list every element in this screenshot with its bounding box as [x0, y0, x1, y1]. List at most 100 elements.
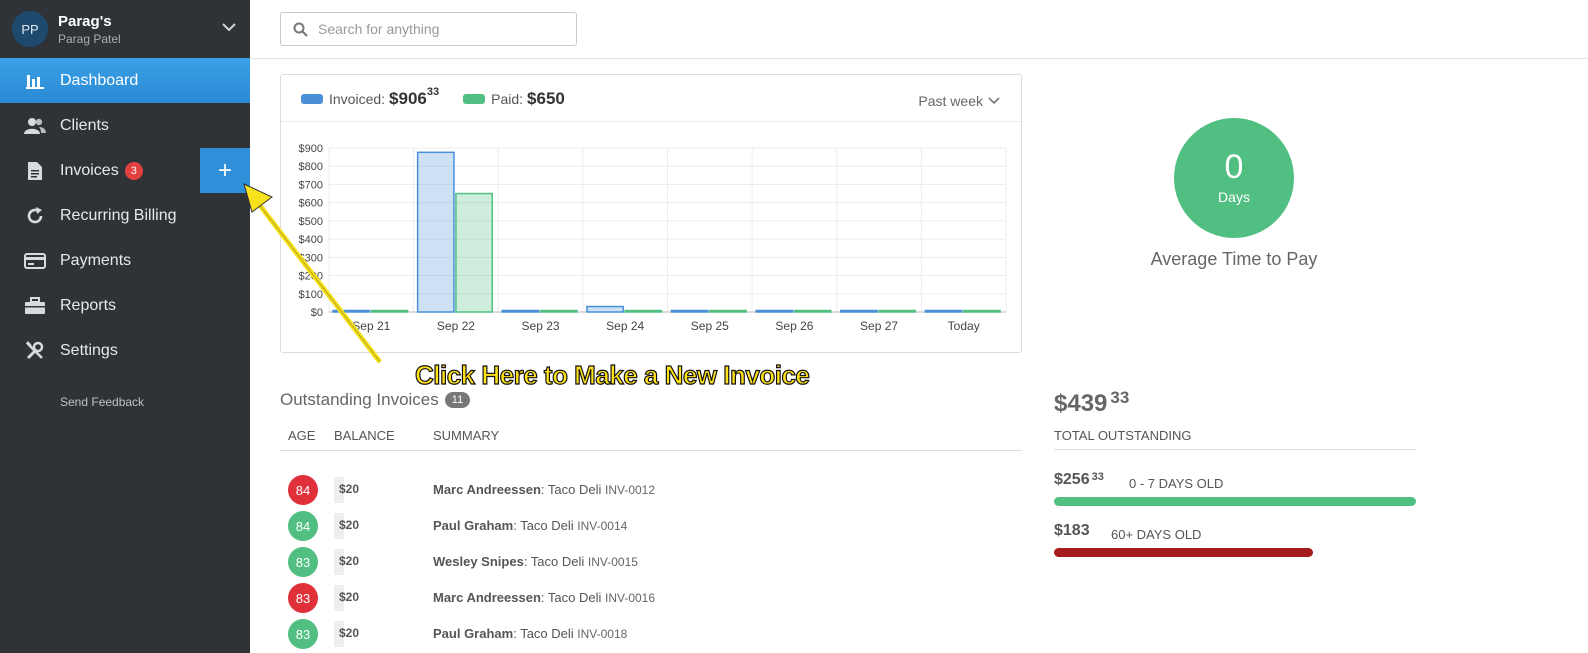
account-switcher[interactable]: PP Parag's Parag Patel: [0, 0, 250, 58]
y-tick-label: $900: [299, 143, 323, 155]
balance-amount: $20: [339, 626, 360, 640]
bar-paid: [878, 309, 917, 313]
legend-invoiced-label: Invoiced:: [329, 91, 386, 107]
sidebar-item-clients[interactable]: Clients: [0, 103, 250, 148]
y-tick-label: $100: [299, 289, 323, 301]
sidebar-item-label: Reports: [60, 296, 117, 314]
table-row[interactable]: 83 $20 Marc Andreessen: Taco Deli INV-0016: [280, 583, 1022, 613]
bar-chart-icon: [24, 70, 46, 92]
sidebar-item-recurring-billing[interactable]: Recurring Billing: [0, 193, 250, 238]
column-header-balance[interactable]: BALANCE: [334, 428, 395, 443]
y-tick-label: $800: [299, 161, 323, 173]
x-tick-label: Sep 24: [606, 319, 644, 333]
column-header-summary[interactable]: SUMMARY: [433, 428, 499, 443]
invoice-number: INV-0016: [605, 591, 656, 605]
search-box[interactable]: [280, 12, 577, 46]
invoice-item: : Taco Deli: [523, 554, 585, 569]
table-header-divider: [280, 450, 1022, 451]
y-tick-label: $0: [311, 307, 323, 319]
bar-invoiced: [755, 309, 794, 313]
sidebar-item-payments[interactable]: Payments: [0, 238, 250, 283]
legend-invoiced-swatch: [301, 94, 323, 104]
balance-amount: $20: [339, 590, 360, 604]
invoice-number: INV-0012: [605, 483, 656, 497]
x-tick-label: Sep 27: [860, 319, 898, 333]
sidebar-item-label: Settings: [60, 341, 118, 359]
send-feedback-link[interactable]: Send Feedback: [0, 395, 250, 409]
table-row[interactable]: 83 $20 Paul Graham: Taco Deli INV-0018: [280, 619, 1022, 649]
date-range-select[interactable]: Past week: [918, 93, 1001, 109]
invoice-summary: Paul Graham: Taco Deli INV-0018: [433, 626, 627, 641]
table-row[interactable]: 84 $20 Marc Andreessen: Taco Deli INV-0012: [280, 475, 1022, 505]
chart-divider: [281, 121, 1021, 122]
bar-invoiced: [586, 305, 624, 313]
age-badge: 83: [288, 547, 318, 577]
chart-legend: Invoiced: $90633 Paid: $650: [301, 86, 565, 109]
bar-paid: [539, 309, 578, 313]
outstanding-title: Outstanding Invoices 11: [280, 390, 471, 410]
x-tick-label: Sep 25: [691, 319, 729, 333]
bar-chart: $0 $100 $200 $300 $400 $500 $600 $700 $800 $900 Se…: [299, 143, 1007, 333]
invoice-number: INV-0015: [587, 555, 638, 569]
totals-divider: [1054, 449, 1416, 450]
sidebar-item-label: Dashboard: [60, 71, 139, 89]
bucket-new-bar: [1054, 497, 1416, 506]
invoice-item: : Taco Deli: [513, 518, 574, 533]
search-input[interactable]: [318, 21, 558, 37]
bucket-new-amount: $256 33: [1054, 471, 1104, 488]
column-header-age[interactable]: AGE: [288, 428, 315, 443]
client-name: Wesley Snipes: [433, 554, 524, 569]
x-tick-label: Sep 26: [775, 319, 813, 333]
bar-paid: [793, 309, 832, 313]
date-range-label: Past week: [918, 93, 983, 109]
bar-invoiced: [501, 309, 540, 313]
legend-paid-swatch: [463, 94, 486, 104]
refresh-icon: [24, 205, 46, 227]
sidebar-item-label: Clients: [60, 116, 109, 134]
y-tick-label: $200: [299, 271, 323, 283]
account-name: Parag's: [58, 12, 112, 30]
new-invoice-button[interactable]: +: [200, 148, 250, 193]
table-row[interactable]: 84 $20 Paul Graham: Taco Deli INV-0014: [280, 511, 1022, 541]
bar-paid: [455, 192, 493, 313]
age-badge: 84: [288, 475, 318, 505]
sidebar-item-reports[interactable]: Reports: [0, 283, 250, 328]
days-unit: Days: [1218, 189, 1250, 205]
total-outstanding-label: TOTAL OUTSTANDING: [1054, 428, 1192, 443]
account-user: Parag Patel: [58, 31, 121, 46]
outstanding-count-badge: 11: [444, 392, 471, 408]
average-days-badge: 0 Days: [1174, 118, 1294, 238]
client-name: Marc Andreessen: [433, 482, 541, 497]
tools-icon: [24, 340, 46, 362]
total-outstanding-amount: $439 33: [1054, 388, 1130, 417]
invoice-summary: Paul Graham: Taco Deli INV-0014: [433, 518, 627, 533]
table-row[interactable]: 83 $20 Wesley Snipes: Taco Deli INV-0015: [280, 547, 1022, 577]
chevron-down-icon: [222, 23, 236, 32]
invoices-count-badge: 3: [124, 161, 143, 180]
sidebar-item-label: Payments: [60, 251, 132, 269]
credit-card-icon: [24, 250, 46, 272]
client-name: Paul Graham: [433, 518, 514, 533]
bucket-old-label: 60+ DAYS OLD: [1111, 527, 1202, 542]
sidebar-nav: Dashboard Clients Invoices 3 + Recurring…: [0, 58, 250, 373]
y-tick-label: $600: [299, 198, 323, 210]
sidebar-item-dashboard[interactable]: Dashboard: [0, 58, 250, 103]
age-badge: 83: [288, 619, 318, 649]
age-badge: 83: [288, 583, 318, 613]
sidebar: PP Parag's Parag Patel Dashboard Clients…: [0, 0, 250, 653]
sidebar-item-invoices[interactable]: Invoices 3 +: [0, 148, 250, 193]
bar-invoiced: [332, 309, 371, 313]
y-tick-label: $400: [299, 234, 323, 246]
legend-paid-amount: $650: [527, 89, 565, 108]
bar-invoiced: [924, 309, 963, 313]
avatar: PP: [12, 11, 48, 47]
sidebar-item-label: Recurring Billing: [60, 206, 177, 224]
users-icon: [24, 115, 46, 137]
sidebar-item-settings[interactable]: Settings: [0, 328, 250, 373]
bar-invoiced: [416, 151, 455, 313]
y-tick-label: $300: [299, 252, 323, 264]
invoice-summary: Marc Andreessen: Taco Deli INV-0016: [433, 590, 655, 605]
bar-paid: [624, 309, 663, 313]
invoice-number: INV-0014: [577, 519, 628, 533]
y-tick-label: $700: [299, 179, 323, 191]
